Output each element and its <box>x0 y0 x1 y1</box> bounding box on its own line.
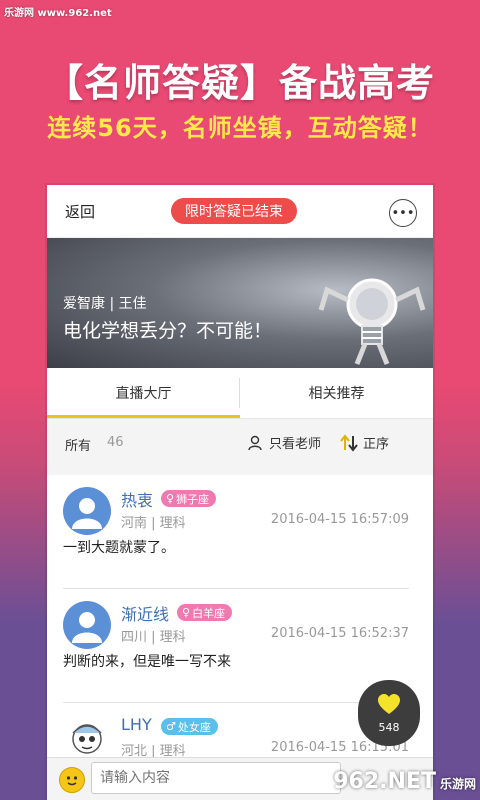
comment-input[interactable] <box>91 762 341 794</box>
banner-author: 爱智康 | 王佳 <box>63 296 147 312</box>
emoji-icon[interactable] <box>59 767 85 793</box>
timestamp: 2016-04-15 16:52:37 <box>270 626 409 641</box>
top-bar: 返回 限时答疑已结束 ••• <box>47 185 433 238</box>
zodiac-badge: ♀ 白羊座 <box>177 604 233 621</box>
username[interactable]: LHY <box>121 715 152 734</box>
female-icon: ♀ <box>166 492 175 505</box>
sort-order-button[interactable]: 正序 <box>339 433 389 452</box>
lightbulb-robot-icon <box>318 278 426 365</box>
username[interactable]: 渐近线 <box>121 601 169 625</box>
tab-divider <box>239 378 240 408</box>
user-meta: 四川 | 理科 <box>121 630 186 645</box>
sort-order-label: 正序 <box>363 437 390 452</box>
tab-recommendations[interactable]: 相关推荐 <box>240 368 433 418</box>
comment-count: 46 <box>107 435 124 450</box>
person-icon <box>248 435 262 450</box>
watermark-top: 乐游网 www.962.net <box>4 8 112 19</box>
sort-arrows-icon <box>340 433 358 452</box>
comment-item[interactable]: 渐近线 ♀ 白羊座 四川 | 理科 2016-04-15 16:52:37 判断的… <box>63 589 409 703</box>
filter-all-button[interactable]: 所有 <box>65 435 91 454</box>
teacher-only-label: 只看老师 <box>269 437 322 452</box>
heart-icon <box>378 693 400 714</box>
status-badge: 限时答疑已结束 <box>171 198 297 224</box>
username[interactable]: 热衷 <box>121 487 153 511</box>
avatar[interactable] <box>63 601 111 649</box>
avatar[interactable] <box>63 487 111 535</box>
promo-headline: 【名师答疑】备战高考 <box>44 61 435 105</box>
watermark-bottom: 962.NET 乐游网 <box>333 769 476 794</box>
tab-live-hall[interactable]: 直播大厅 <box>47 368 240 418</box>
tab-bar: 直播大厅 相关推荐 <box>47 368 433 419</box>
zodiac-badge: ♂ 处女座 <box>161 718 218 735</box>
comment-text: 判断的来，但是唯一写不来 <box>63 654 231 670</box>
user-meta: 河南 | 理科 <box>121 516 186 531</box>
like-count: 548 <box>378 720 400 734</box>
zodiac-badge: ♀ 狮子座 <box>161 490 217 507</box>
app-screen: 返回 限时答疑已结束 ••• 爱智康 | 王佳 电化学想丢分？不可能！ 直播大厅… <box>47 185 433 800</box>
banner-title: 电化学想丢分？不可能！ <box>63 320 273 342</box>
back-button[interactable]: 返回 <box>65 201 95 222</box>
male-icon: ♂ <box>166 720 176 733</box>
promo-subline: 连续56天，名师坐镇，互动答疑！ <box>47 114 433 142</box>
comment-item[interactable]: 热衷 ♀ 狮子座 河南 | 理科 2016-04-15 16:57:09 一到大题… <box>63 475 409 589</box>
teacher-only-button[interactable]: 只看老师 <box>247 433 321 452</box>
timestamp: 2016-04-15 16:57:09 <box>270 512 409 527</box>
comment-list: 热衷 ♀ 狮子座 河南 | 理科 2016-04-15 16:57:09 一到大题… <box>47 475 433 800</box>
comment-text: 一到大题就蒙了。 <box>63 540 175 556</box>
filter-bar: 所有 46 只看老师 正序 <box>47 419 433 475</box>
like-button[interactable]: 548 <box>358 680 420 746</box>
female-icon: ♀ <box>182 606 191 619</box>
more-icon[interactable]: ••• <box>389 199 417 227</box>
lecture-banner[interactable]: 爱智康 | 王佳 电化学想丢分？不可能！ <box>47 238 433 368</box>
avatar[interactable] <box>63 715 111 763</box>
